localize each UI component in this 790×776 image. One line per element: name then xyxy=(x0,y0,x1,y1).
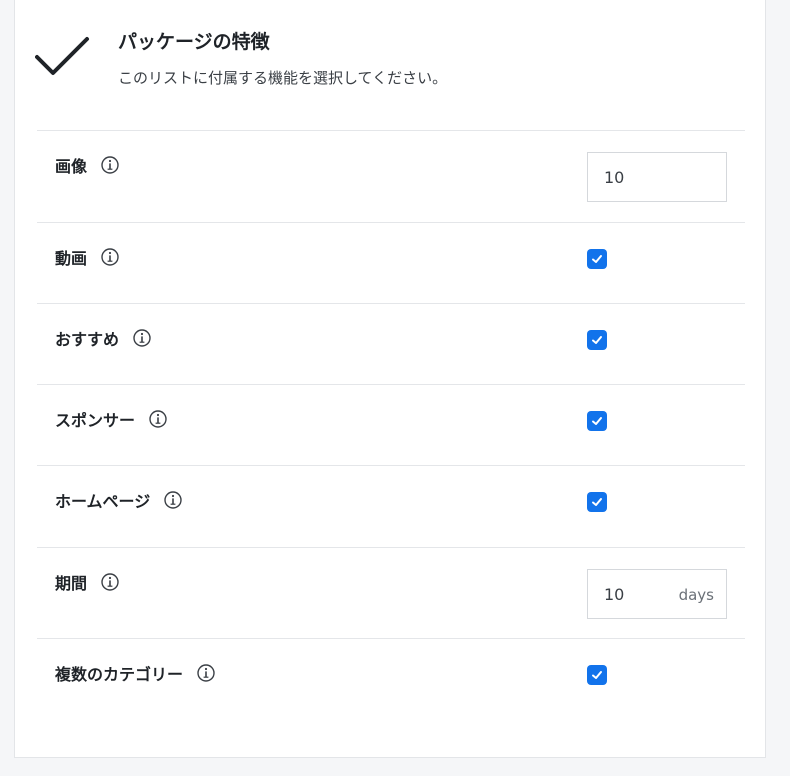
page-title: パッケージの特徴 xyxy=(118,31,270,53)
video-checkbox[interactable] xyxy=(587,249,607,269)
info-circle-icon[interactable] xyxy=(101,573,119,591)
feature-row-images: 画像 xyxy=(37,130,745,222)
feature-label: 画像 xyxy=(55,153,119,177)
feature-label-text: 画像 xyxy=(55,157,88,176)
feature-label-text: スポンサー xyxy=(55,411,136,430)
checkbox-checked-icon xyxy=(592,671,602,679)
feature-row-multiple-categories: 複数のカテゴリー xyxy=(37,638,745,738)
feature-label: 期間 xyxy=(55,570,119,594)
info-circle-icon[interactable] xyxy=(101,248,119,266)
card-header: パッケージの特徴 このリストに付属する機能を選択してください。 xyxy=(15,0,765,131)
feature-row-sponsor: スポンサー xyxy=(37,384,745,465)
feature-label-text: おすすめ xyxy=(55,330,120,349)
checkbox-checked-icon xyxy=(592,417,602,425)
feature-label: 動画 xyxy=(55,245,119,269)
duration-input[interactable] xyxy=(588,570,668,618)
homepage-checkbox[interactable] xyxy=(587,492,607,512)
feature-label-text: ホームページ xyxy=(55,492,151,511)
info-circle-icon[interactable] xyxy=(101,156,119,174)
checkbox-checked-icon xyxy=(592,255,602,263)
package-features-card: パッケージの特徴 このリストに付属する機能を選択してください。 画像 動画 xyxy=(14,0,766,758)
feature-row-duration: 期間 days xyxy=(37,547,745,638)
duration-unit: days xyxy=(678,586,714,604)
sponsor-checkbox[interactable] xyxy=(587,411,607,431)
feature-label: 複数のカテゴリー xyxy=(55,661,215,685)
page-subtitle: このリストに付属する機能を選択してください。 xyxy=(118,69,448,87)
info-circle-icon[interactable] xyxy=(149,410,167,428)
feature-label-text: 動画 xyxy=(55,249,88,268)
feature-list: 画像 動画 xyxy=(37,130,745,738)
feature-label: ホームページ xyxy=(55,488,182,512)
checkbox-checked-icon xyxy=(592,336,602,344)
images-count-input[interactable] xyxy=(587,152,727,202)
checkmark-icon xyxy=(35,37,89,75)
feature-row-featured: おすすめ xyxy=(37,303,745,384)
info-circle-icon[interactable] xyxy=(133,329,151,347)
feature-label: スポンサー xyxy=(55,407,167,431)
info-circle-icon[interactable] xyxy=(164,491,182,509)
checkbox-checked-icon xyxy=(592,498,602,506)
featured-checkbox[interactable] xyxy=(587,330,607,350)
feature-label: おすすめ xyxy=(55,326,151,350)
duration-input-group: days xyxy=(587,569,727,619)
feature-row-video: 動画 xyxy=(37,222,745,303)
feature-label-text: 期間 xyxy=(55,574,88,593)
feature-label-text: 複数のカテゴリー xyxy=(55,665,184,684)
multiple-categories-checkbox[interactable] xyxy=(587,665,607,685)
info-circle-icon[interactable] xyxy=(197,664,215,682)
feature-row-homepage: ホームページ xyxy=(37,465,745,547)
